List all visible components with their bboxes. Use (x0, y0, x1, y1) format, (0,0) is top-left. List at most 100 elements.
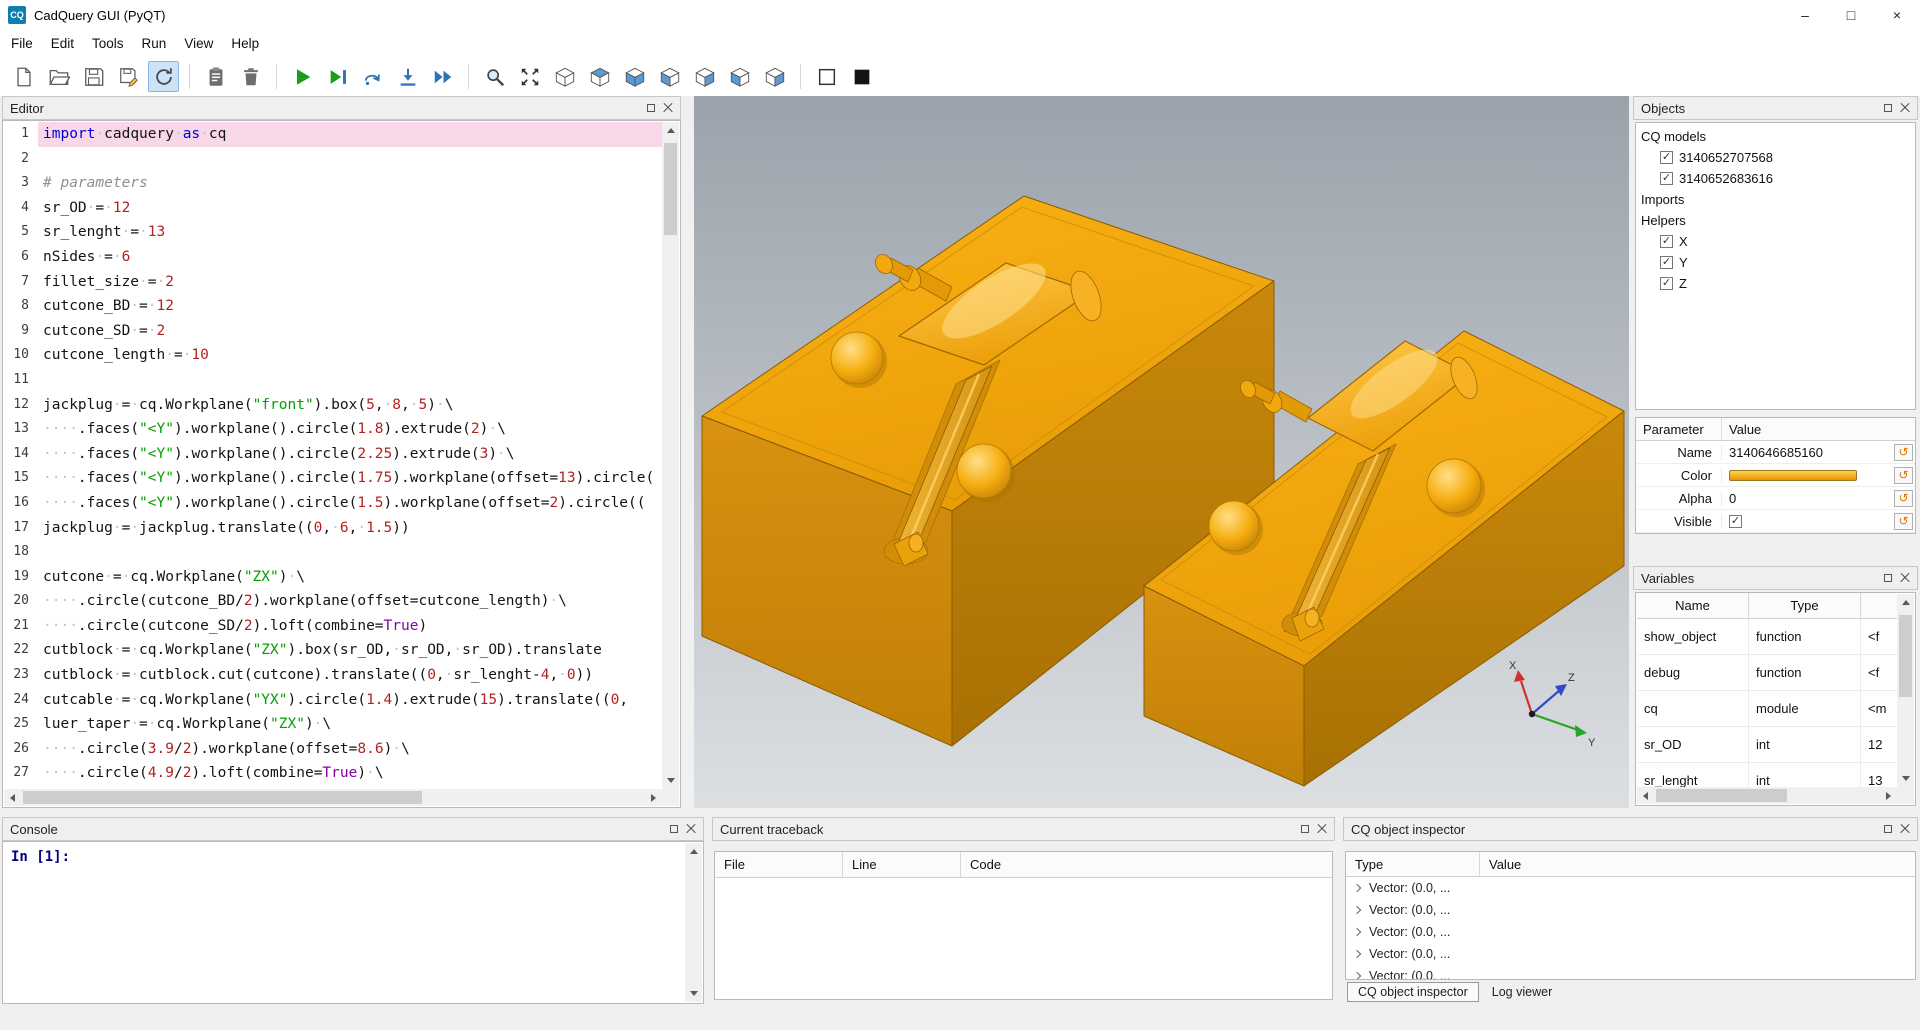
reset-icon[interactable]: ↺ (1894, 444, 1913, 461)
scroll-down-icon[interactable] (662, 772, 679, 789)
view-top-button[interactable] (584, 61, 615, 92)
editor-code-area[interactable]: 1import·cadquery·as·cq23# parameters4sr_… (4, 122, 662, 789)
step-button[interactable] (357, 61, 388, 92)
console-vertical-scrollbar[interactable] (685, 843, 702, 1002)
view-back-button[interactable] (689, 61, 720, 92)
console-body[interactable]: In [1]: (2, 841, 704, 1004)
tree-item-imports[interactable]: Imports (1636, 189, 1915, 210)
continue-button[interactable] (427, 61, 458, 92)
inspector-row[interactable]: Vector: (0.0, ... (1346, 877, 1915, 899)
scrollbar-track[interactable] (1654, 787, 1880, 804)
fit-view-button[interactable] (479, 61, 510, 92)
fit-all-button[interactable] (514, 61, 545, 92)
shaded-button[interactable] (846, 61, 877, 92)
close-panel-icon[interactable] (686, 824, 696, 834)
scroll-up-icon[interactable] (662, 122, 679, 139)
float-panel-icon[interactable] (670, 825, 678, 833)
checkbox[interactable]: ✓ (1660, 172, 1673, 185)
reset-icon[interactable]: ↺ (1894, 513, 1913, 530)
inspector-row[interactable]: Vector: (0.0, ... (1346, 921, 1915, 943)
tree-item-x[interactable]: ✓X (1636, 231, 1915, 252)
view-front-button[interactable] (654, 61, 685, 92)
delete-button[interactable] (235, 61, 266, 92)
scroll-up-icon[interactable] (1897, 594, 1914, 611)
scroll-down-icon[interactable] (685, 985, 702, 1002)
close-button[interactable]: × (1874, 0, 1920, 30)
expand-icon[interactable] (1353, 928, 1361, 936)
scroll-left-icon[interactable] (1637, 787, 1654, 804)
checkbox[interactable]: ✓ (1660, 151, 1673, 164)
checkbox[interactable]: ✓ (1660, 256, 1673, 269)
color-swatch[interactable] (1729, 470, 1857, 481)
menu-item-edit[interactable]: Edit (42, 32, 83, 55)
float-panel-icon[interactable] (1884, 825, 1892, 833)
menu-item-view[interactable]: View (175, 32, 222, 55)
reset-icon[interactable]: ↺ (1894, 490, 1913, 507)
scrollbar-thumb[interactable] (1899, 615, 1912, 697)
menu-item-file[interactable]: File (2, 32, 42, 55)
variable-row-cq[interactable]: cqmodule<m (1637, 691, 1897, 727)
new-file-button[interactable] (8, 61, 39, 92)
minimize-button[interactable]: – (1782, 0, 1828, 30)
float-panel-icon[interactable] (1884, 104, 1892, 112)
save-as-button[interactable] (113, 61, 144, 92)
scrollbar-thumb[interactable] (1656, 789, 1787, 802)
tree-item-3140652707568[interactable]: ✓3140652707568 (1636, 147, 1915, 168)
clear-console-button[interactable] (200, 61, 231, 92)
variable-row-debug[interactable]: debugfunction<f (1637, 655, 1897, 691)
scrollbar-track[interactable] (1897, 611, 1914, 770)
menu-item-run[interactable]: Run (133, 32, 176, 55)
view-bottom-button[interactable] (619, 61, 650, 92)
autoreload-button[interactable] (148, 61, 179, 92)
variable-row-sr-od[interactable]: sr_ODint12 (1637, 727, 1897, 763)
view-right-button[interactable] (759, 61, 790, 92)
expand-icon[interactable] (1353, 972, 1361, 980)
step-in-button[interactable] (392, 61, 423, 92)
close-panel-icon[interactable] (1317, 824, 1327, 834)
tree-item-z[interactable]: ✓Z (1636, 273, 1915, 294)
render-button[interactable] (287, 61, 318, 92)
wireframe-button[interactable] (811, 61, 842, 92)
tree-item-y[interactable]: ✓Y (1636, 252, 1915, 273)
close-panel-icon[interactable] (1900, 103, 1910, 113)
variable-row-sr-lenght[interactable]: sr_lenghtint13 (1637, 763, 1897, 787)
view-iso-button[interactable] (549, 61, 580, 92)
checkbox[interactable]: ✓ (1660, 235, 1673, 248)
editor-vertical-scrollbar[interactable] (662, 122, 679, 789)
close-panel-icon[interactable] (1900, 824, 1910, 834)
tree-item-cq-models[interactable]: CQ models (1636, 126, 1915, 147)
open-file-button[interactable] (43, 61, 74, 92)
tab-cq-object-inspector[interactable]: CQ object inspector (1347, 982, 1479, 1002)
scroll-left-icon[interactable] (4, 789, 21, 806)
expand-icon[interactable] (1353, 950, 1361, 958)
expand-icon[interactable] (1353, 906, 1361, 914)
reset-icon[interactable]: ↺ (1894, 467, 1913, 484)
save-button[interactable] (78, 61, 109, 92)
scrollbar-track[interactable] (685, 860, 702, 985)
scrollbar-track[interactable] (21, 789, 645, 806)
inspector-row[interactable]: Vector: (0.0, ... (1346, 899, 1915, 921)
tab-log-viewer[interactable]: Log viewer (1481, 982, 1563, 1002)
variables-vertical-scrollbar[interactable] (1897, 594, 1914, 787)
float-panel-icon[interactable] (647, 104, 655, 112)
view-left-button[interactable] (724, 61, 755, 92)
menu-item-tools[interactable]: Tools (83, 32, 133, 55)
close-panel-icon[interactable] (1900, 573, 1910, 583)
menu-item-help[interactable]: Help (222, 32, 268, 55)
variables-horizontal-scrollbar[interactable] (1637, 787, 1897, 804)
checkbox[interactable]: ✓ (1729, 515, 1742, 528)
float-panel-icon[interactable] (1301, 825, 1309, 833)
float-panel-icon[interactable] (1884, 574, 1892, 582)
inspector-row[interactable]: Vector: (0.0, ... (1346, 965, 1915, 980)
checkbox[interactable]: ✓ (1660, 277, 1673, 290)
scroll-down-icon[interactable] (1897, 770, 1914, 787)
scrollbar-thumb[interactable] (664, 143, 677, 235)
tree-item-3140652683616[interactable]: ✓3140652683616 (1636, 168, 1915, 189)
debug-button[interactable] (322, 61, 353, 92)
scrollbar-track[interactable] (662, 139, 679, 772)
inspector-row[interactable]: Vector: (0.0, ... (1346, 943, 1915, 965)
scroll-right-icon[interactable] (645, 789, 662, 806)
tree-item-helpers[interactable]: Helpers (1636, 210, 1915, 231)
expand-icon[interactable] (1353, 884, 1361, 892)
scroll-up-icon[interactable] (685, 843, 702, 860)
